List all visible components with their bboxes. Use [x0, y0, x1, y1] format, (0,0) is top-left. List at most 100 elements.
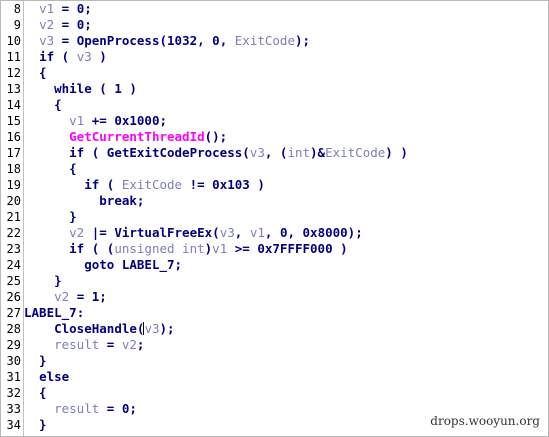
- line-source: v3 = OpenProcess(1032, 0, ExitCode);: [24, 33, 310, 49]
- line-source: if ( v3 ): [24, 49, 107, 65]
- identifier-token[interactable]: result: [54, 337, 99, 352]
- identifier-token[interactable]: v3: [250, 145, 265, 160]
- indent-token: [24, 177, 84, 192]
- punctuation-token: (: [242, 145, 250, 160]
- identifier-token[interactable]: v3: [39, 33, 54, 48]
- function-token[interactable]: CloseHandle: [54, 321, 137, 336]
- indent-token: [24, 1, 39, 16]
- code-line[interactable]: 15 v1 += 0x1000;: [1, 113, 548, 129]
- punctuation-token: (: [99, 177, 122, 192]
- punctuation-token: = 0;: [54, 17, 92, 32]
- identifier-token[interactable]: ExitCode: [325, 145, 385, 160]
- punctuation-token: (: [54, 49, 77, 64]
- indent-token: [24, 17, 39, 32]
- code-line[interactable]: 20 break;: [1, 193, 548, 209]
- identifier-token[interactable]: v3: [220, 225, 235, 240]
- line-number: 33: [6, 402, 21, 416]
- indent-token: [24, 113, 69, 128]
- label-token[interactable]: LABEL_7: [122, 257, 175, 272]
- code-line[interactable]: 18 {: [1, 161, 548, 177]
- code-line[interactable]: 19 if ( ExitCode != 0x103 ): [1, 177, 548, 193]
- code-line[interactable]: 28 CloseHandle(v3);: [1, 321, 548, 337]
- code-area[interactable]: 8 v1 = 0; 9 v2 = 0; 10 v3 = OpenProcess(10…: [1, 1, 548, 433]
- code-line[interactable]: 17 if ( GetExitCodeProcess(v3, (int)&Exi…: [1, 145, 548, 161]
- indent-token: [24, 145, 69, 160]
- line-number: 34: [6, 418, 21, 432]
- code-line[interactable]: 16 GetCurrentThreadId();: [1, 129, 548, 145]
- function-token[interactable]: VirtualFreeEx: [114, 225, 212, 240]
- punctuation-token: (: [84, 145, 107, 160]
- identifier-token[interactable]: ExitCode: [122, 177, 182, 192]
- code-line[interactable]: 25 }: [1, 273, 548, 289]
- label-token[interactable]: LABEL_7: [24, 305, 77, 320]
- code-line[interactable]: 21 }: [1, 209, 548, 225]
- line-source: if ( ExitCode != 0x103 ): [24, 177, 265, 193]
- identifier-token[interactable]: v2: [69, 225, 84, 240]
- punctuation-token: }: [24, 209, 77, 224]
- line-source: break;: [24, 193, 144, 209]
- identifier-token[interactable]: v1: [69, 113, 84, 128]
- line-source: v1 += 0x1000;: [24, 113, 167, 129]
- identifier-token[interactable]: v3: [77, 49, 92, 64]
- line-number: 16: [6, 130, 21, 144]
- code-line[interactable]: 8 v1 = 0;: [1, 1, 548, 17]
- indent-token: [24, 225, 69, 240]
- function-token[interactable]: OpenProcess: [77, 33, 160, 48]
- pseudocode-view[interactable]: 8 v1 = 0; 9 v2 = 0; 10 v3 = OpenProcess(10…: [0, 0, 549, 437]
- identifier-token[interactable]: v1: [39, 1, 54, 16]
- line-source: result = v2;: [24, 337, 144, 353]
- line-number: 22: [6, 226, 21, 240]
- code-line[interactable]: 30 }: [1, 353, 548, 369]
- indent-token: [24, 401, 54, 416]
- punctuation-token: >= 0x7FFFF000 ): [227, 241, 348, 256]
- line-number: 26: [6, 290, 21, 304]
- type-token: unsigned int: [114, 241, 205, 256]
- punctuation-token: {: [24, 97, 62, 112]
- punctuation-token: )&: [310, 145, 326, 160]
- code-line[interactable]: 27 LABEL_7:: [1, 305, 548, 321]
- punctuation-token: {: [24, 65, 47, 80]
- line-number: 17: [6, 146, 21, 160]
- identifier-token[interactable]: v2: [54, 289, 69, 304]
- identifier-token[interactable]: v2: [122, 337, 137, 352]
- code-line[interactable]: 14 {: [1, 97, 548, 113]
- indent-token: [24, 81, 54, 96]
- identifier-token[interactable]: v1: [212, 241, 227, 256]
- line-source: {: [24, 97, 62, 113]
- keyword-token: if: [39, 49, 55, 64]
- highlighted-function-token[interactable]: GetCurrentThreadId: [69, 129, 204, 144]
- function-token[interactable]: GetExitCodeProcess: [107, 145, 242, 160]
- indent-token: [24, 257, 84, 272]
- code-line[interactable]: 29 result = v2;: [1, 337, 548, 353]
- code-line[interactable]: 31 else: [1, 369, 548, 385]
- code-line[interactable]: 32 {: [1, 385, 548, 401]
- punctuation-token: );: [294, 33, 311, 48]
- code-line[interactable]: 9 v2 = 0;: [1, 17, 548, 33]
- line-source: LABEL_7:: [24, 305, 84, 321]
- identifier-token[interactable]: v3: [144, 321, 159, 336]
- punctuation-token: ;: [174, 257, 183, 272]
- identifier-token[interactable]: result: [54, 401, 99, 416]
- line-source: }: [24, 209, 77, 225]
- code-line[interactable]: 24 goto LABEL_7;: [1, 257, 548, 273]
- line-source: else: [24, 369, 69, 385]
- identifier-token[interactable]: v1: [250, 225, 265, 240]
- code-line[interactable]: 11 if ( v3 ): [1, 49, 548, 65]
- line-source: }: [24, 353, 47, 369]
- identifier-token[interactable]: ExitCode: [235, 33, 295, 48]
- punctuation-token: (: [212, 225, 220, 240]
- code-line[interactable]: 23 if ( (unsigned int)v1 >= 0x7FFFF000 ): [1, 241, 548, 257]
- code-line[interactable]: 10 v3 = OpenProcess(1032, 0, ExitCode);: [1, 33, 548, 49]
- code-line[interactable]: 26 v2 = 1;: [1, 289, 548, 305]
- line-number: 15: [6, 114, 21, 128]
- line-number: 30: [6, 354, 21, 368]
- code-line[interactable]: 13 while ( 1 ): [1, 81, 548, 97]
- code-line[interactable]: 12 {: [1, 65, 548, 81]
- punctuation-token: =: [99, 337, 122, 352]
- code-line[interactable]: 22 v2 |= VirtualFreeEx(v3, v1, 0, 0x8000…: [1, 225, 548, 241]
- identifier-token[interactable]: v2: [39, 17, 54, 32]
- line-number: 20: [6, 194, 21, 208]
- indent-token: [24, 289, 54, 304]
- punctuation-token: }: [24, 353, 47, 368]
- punctuation-token: ();: [204, 129, 228, 144]
